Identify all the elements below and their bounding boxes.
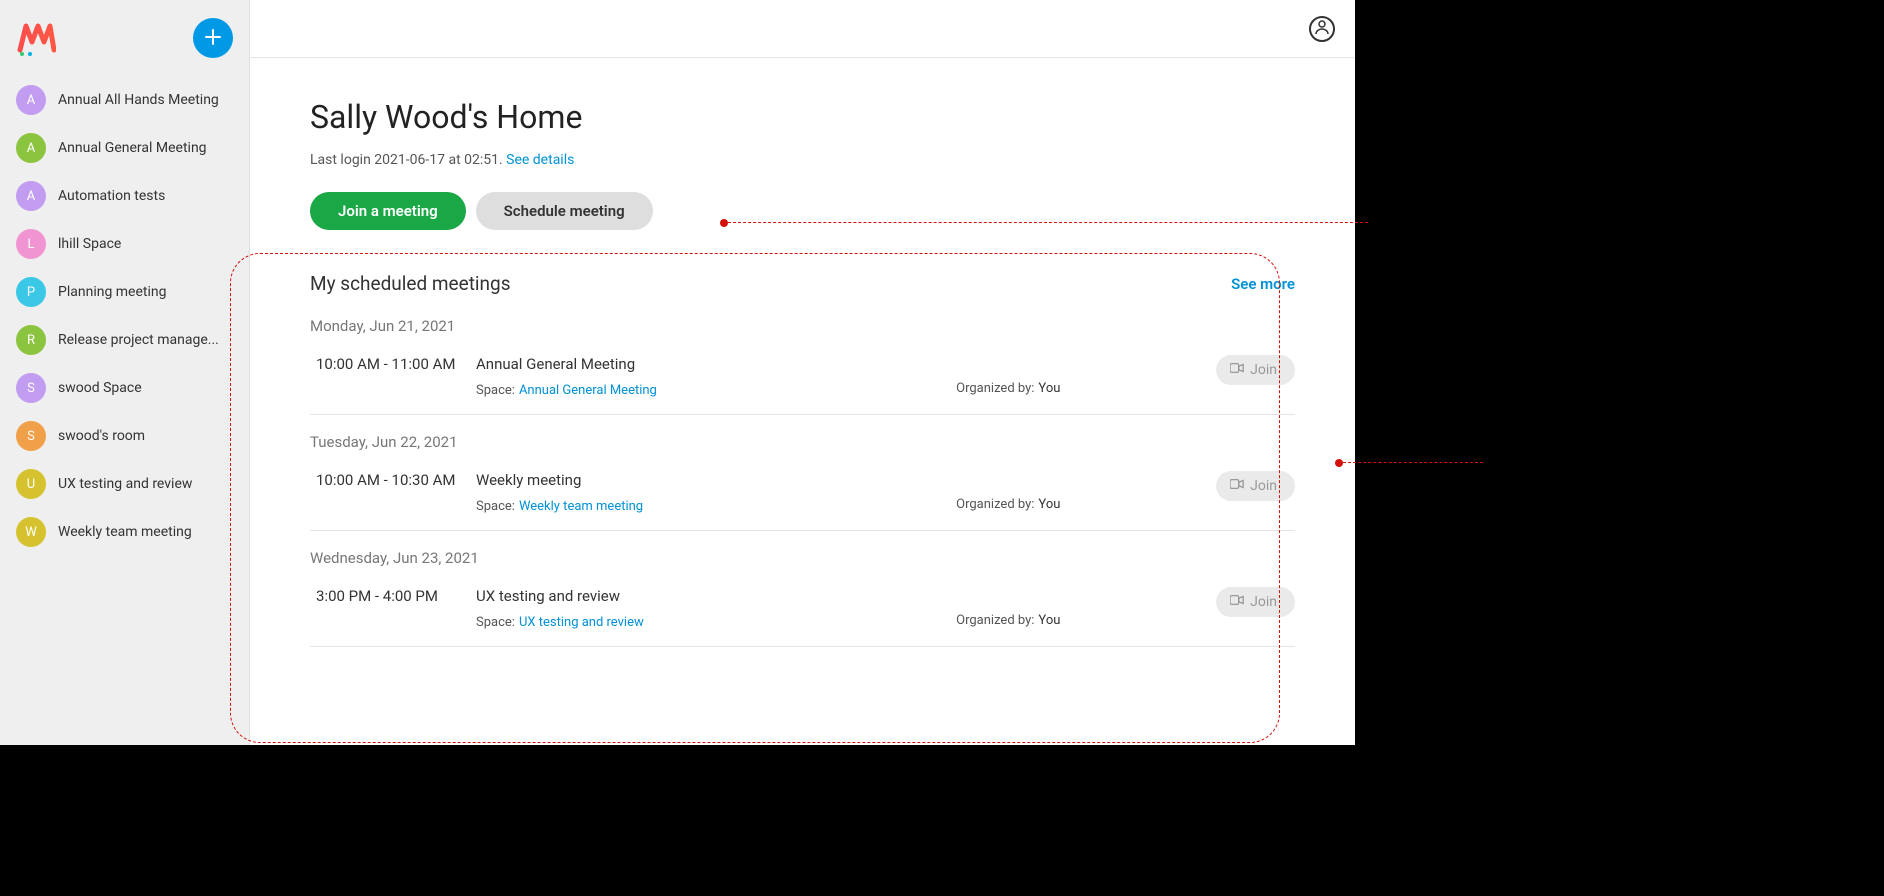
sidebar-item[interactable]: Sswood's room: [0, 412, 249, 460]
day-label: Wednesday, Jun 23, 2021: [310, 549, 1295, 567]
sidebar-avatar: S: [16, 421, 46, 451]
sidebar-item[interactable]: P Planning meeting: [0, 268, 249, 316]
annotation-line-mid: [1343, 462, 1483, 463]
meeting-space-label: Space:: [476, 615, 515, 630]
meeting-title: Annual General Meeting: [476, 355, 956, 373]
sidebar-avatar: A: [16, 133, 46, 163]
meeting-space-label: Space:: [476, 383, 515, 398]
sidebar-avatar: R: [16, 325, 46, 355]
join-button[interactable]: Join: [1216, 587, 1295, 617]
meeting-space-link[interactable]: Weekly team meeting: [519, 499, 643, 514]
sidebar-item-label: Weekly team meeting: [58, 524, 192, 540]
last-login: Last login 2021-06-17 at 02:51. See deta…: [310, 152, 1295, 168]
schedule-meeting-button[interactable]: Schedule meeting: [476, 192, 653, 230]
sidebar-avatar: A: [16, 85, 46, 115]
sidebar-item-label: Automation tests: [58, 188, 165, 204]
meeting-organizer-label: Organized by:: [956, 613, 1034, 628]
meeting-space-link[interactable]: UX testing and review: [519, 615, 644, 630]
video-icon: [1230, 594, 1244, 610]
meeting-time: 10:00 AM - 11:00 AM: [316, 355, 476, 373]
meeting-time: 3:00 PM - 4:00 PM: [316, 587, 476, 605]
sidebar-item-label: Planning meeting: [58, 284, 167, 300]
sidebar-item[interactable]: A Annual All Hands Meeting: [0, 76, 249, 124]
meeting-row: 3:00 PM - 4:00 PMUX testing and reviewSp…: [310, 581, 1295, 647]
topbar: [250, 0, 1355, 58]
sidebar-item-label: lhill Space: [58, 236, 121, 252]
join-button-label: Join: [1250, 594, 1277, 610]
video-icon: [1230, 478, 1244, 494]
join-button-label: Join: [1250, 362, 1277, 378]
day-label: Tuesday, Jun 22, 2021: [310, 433, 1295, 451]
meeting-row: 10:00 AM - 11:00 AMAnnual General Meetin…: [310, 349, 1295, 415]
app-logo[interactable]: [16, 18, 56, 58]
meeting-title: Weekly meeting: [476, 471, 956, 489]
sidebar-item-label: swood's room: [58, 428, 145, 444]
sidebar-item[interactable]: R Release project manage...: [0, 316, 249, 364]
new-button[interactable]: [193, 18, 233, 58]
sidebar-item-label: swood Space: [58, 380, 142, 396]
sidebar-item[interactable]: A Annual General Meeting: [0, 124, 249, 172]
sidebar-item-label: UX testing and review: [58, 476, 192, 492]
sidebar-avatar: W: [16, 517, 46, 547]
meeting-space-label: Space:: [476, 499, 515, 514]
profile-button[interactable]: [1309, 16, 1335, 42]
meeting-organizer-value: You: [1038, 613, 1060, 628]
plus-icon: [205, 26, 221, 51]
sidebar: A Annual All Hands Meeting A Annual General…: [0, 0, 250, 745]
sidebar-avatar: A: [16, 181, 46, 211]
sidebar-item[interactable]: W Weekly team meeting: [0, 508, 249, 556]
sidebar-item[interactable]: Sswood Space: [0, 364, 249, 412]
sidebar-item[interactable]: Llhill Space: [0, 220, 249, 268]
meeting-organizer-value: You: [1038, 497, 1060, 512]
sidebar-item[interactable]: A Automation tests: [0, 172, 249, 220]
page-title: Sally Wood's Home: [310, 98, 1295, 136]
meeting-title: UX testing and review: [476, 587, 956, 605]
meeting-row: 10:00 AM - 10:30 AMWeekly meeting Space: W…: [310, 465, 1295, 531]
see-details-link[interactable]: See details: [506, 152, 574, 168]
day-label: Monday, Jun 21, 2021: [310, 317, 1295, 335]
meeting-organizer-value: You: [1038, 381, 1060, 396]
user-icon: [1314, 19, 1330, 39]
meeting-space-link[interactable]: Annual General Meeting: [519, 383, 657, 398]
sidebar-avatar: L: [16, 229, 46, 259]
sidebar-item[interactable]: U UX testing and review: [0, 460, 249, 508]
scheduled-meetings-title: My scheduled meetings: [310, 272, 511, 295]
join-button[interactable]: Join: [1216, 355, 1295, 385]
sidebar-item-label: Annual All Hands Meeting: [58, 92, 219, 108]
sidebar-item-label: Annual General Meeting: [58, 140, 207, 156]
sidebar-avatar: S: [16, 373, 46, 403]
meeting-time: 10:00 AM - 10:30 AM: [316, 471, 476, 489]
sidebar-item-label: Release project manage...: [58, 332, 219, 348]
meeting-organizer-label: Organized by:: [956, 381, 1034, 396]
meeting-organizer-label: Organized by:: [956, 497, 1034, 512]
sidebar-avatar: P: [16, 277, 46, 307]
join-button-label: Join: [1250, 478, 1277, 494]
join-meeting-button[interactable]: Join a meeting: [310, 192, 466, 230]
video-icon: [1230, 362, 1244, 378]
see-more-link[interactable]: See more: [1231, 275, 1295, 293]
join-button[interactable]: Join: [1216, 471, 1295, 501]
sidebar-avatar: U: [16, 469, 46, 499]
last-login-text: Last login 2021-06-17 at 02:51.: [310, 152, 503, 168]
